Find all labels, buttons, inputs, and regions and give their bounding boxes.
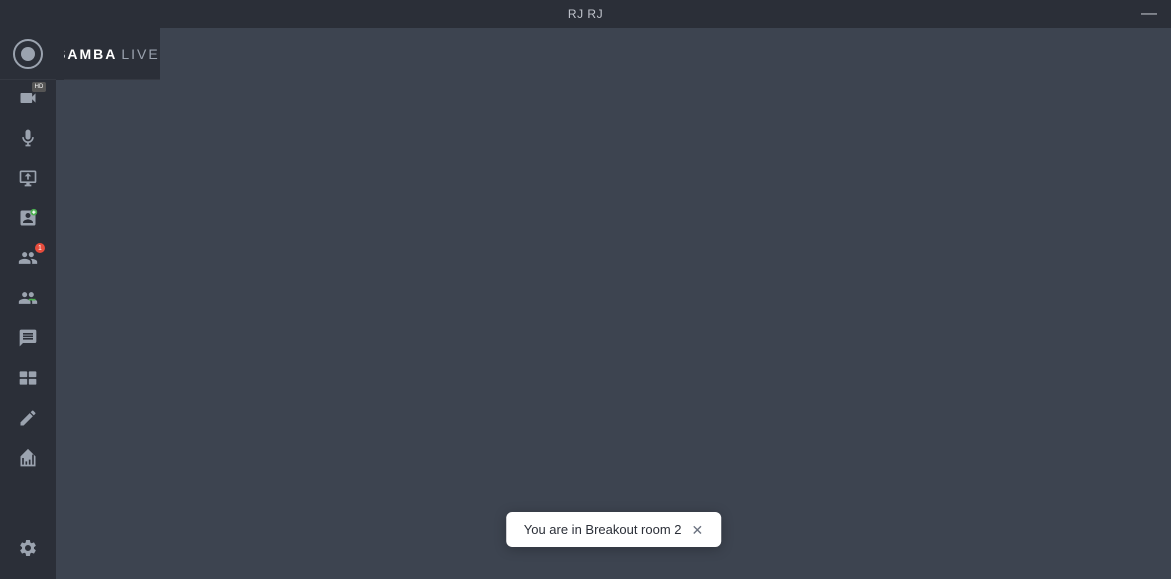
settings-icon xyxy=(18,538,38,558)
microphone-button[interactable] xyxy=(7,119,49,157)
content-area: You are in Breakout room 2 ✕ xyxy=(56,28,1171,579)
samba-logo-icon xyxy=(12,38,44,70)
participants-button[interactable]: 1 xyxy=(7,239,49,277)
microphone-icon xyxy=(18,128,38,148)
annotate-button[interactable] xyxy=(7,399,49,437)
add-speaker-icon xyxy=(18,208,38,228)
participants-badge: 1 xyxy=(35,243,45,253)
chat-icon xyxy=(18,328,38,348)
camera-button[interactable]: HD xyxy=(7,79,49,117)
manage-participants-button[interactable] xyxy=(7,279,49,317)
toast-message: You are in Breakout room 2 xyxy=(524,522,682,537)
chat-button[interactable] xyxy=(7,319,49,357)
minimize-button[interactable]: — xyxy=(1141,6,1157,22)
top-bar-title: RJ RJ xyxy=(568,7,603,21)
sidebar-logo-text xyxy=(56,28,112,44)
sidebar: HD 1 xyxy=(0,28,56,579)
hd-badge: HD xyxy=(32,82,46,92)
toast-close-button[interactable]: ✕ xyxy=(692,523,704,537)
manage-participants-icon xyxy=(18,288,38,308)
settings-button[interactable] xyxy=(7,529,49,567)
screen-share-button[interactable] xyxy=(7,159,49,197)
main-area: HD 1 xyxy=(0,28,1171,579)
add-speaker-button[interactable] xyxy=(7,199,49,237)
sidebar-logo-container xyxy=(0,28,56,80)
stats-button[interactable] xyxy=(7,439,49,477)
stats-icon xyxy=(18,448,38,468)
annotate-icon xyxy=(18,408,38,428)
breakout-room-toast: You are in Breakout room 2 ✕ xyxy=(506,512,722,547)
video-tile-icon xyxy=(18,368,38,388)
screen-share-icon xyxy=(18,168,38,188)
top-bar: RJ RJ — xyxy=(0,0,1171,28)
video-tile-button[interactable] xyxy=(7,359,49,397)
